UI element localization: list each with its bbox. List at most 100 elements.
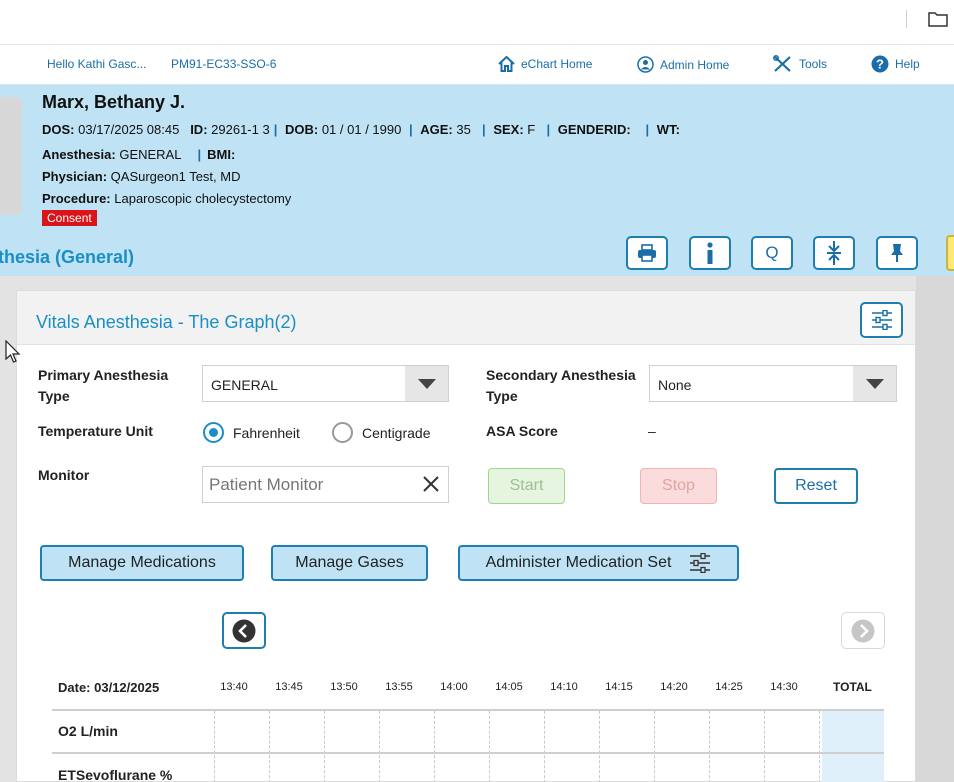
patient-banner: Marx, Bethany J. DOS: 03/17/2025 08:45 I… bbox=[0, 85, 954, 276]
grid-header: Date: 03/12/2025 13:40 13:45 13:50 13:55… bbox=[52, 671, 884, 704]
asa-score-label: ASA Score bbox=[486, 423, 558, 439]
help-icon: ? bbox=[871, 55, 889, 73]
manage-medications-button[interactable]: Manage Medications bbox=[40, 545, 244, 581]
time-label: 14:30 bbox=[770, 681, 798, 693]
secondary-anesthesia-label: Secondary Anesthesia Type bbox=[486, 367, 636, 404]
grid-col-line bbox=[819, 711, 820, 782]
grid-col-line bbox=[214, 711, 215, 782]
printer-icon bbox=[638, 244, 656, 262]
mouse-cursor-icon bbox=[5, 340, 21, 363]
patient-photo bbox=[0, 97, 22, 215]
info-icon bbox=[707, 242, 713, 264]
grid-col-line bbox=[599, 711, 600, 782]
grid-col-line bbox=[654, 711, 655, 782]
radio-centigrade[interactable]: Centigrade bbox=[332, 422, 431, 443]
monitor-input[interactable] bbox=[209, 475, 409, 495]
procedure-info: Procedure: Laparoscopic cholecystectomy bbox=[42, 191, 292, 206]
panel-settings-button[interactable] bbox=[860, 302, 903, 338]
total-column bbox=[822, 709, 884, 782]
grid-col-line bbox=[764, 711, 765, 782]
close-icon[interactable] bbox=[422, 475, 440, 493]
grid-row-label: ETSevoflurane % bbox=[58, 767, 173, 782]
reset-button[interactable]: Reset bbox=[774, 468, 858, 504]
section-title: thesia (General) bbox=[0, 247, 135, 267]
machine-name: PM91-EC33-SSO-6 bbox=[171, 57, 277, 71]
pin-button[interactable] bbox=[876, 236, 918, 270]
grid-col-line bbox=[324, 711, 325, 782]
collapse-button[interactable] bbox=[813, 236, 855, 270]
grid-row-label: O2 L/min bbox=[58, 723, 118, 739]
sliders-icon bbox=[690, 553, 711, 573]
chevron-down-icon bbox=[853, 366, 896, 401]
grid-col-line bbox=[709, 711, 710, 782]
note-button[interactable] bbox=[946, 235, 954, 271]
monitor-label: Monitor bbox=[38, 467, 90, 483]
chevron-left-icon bbox=[232, 619, 256, 642]
time-label: 13:45 bbox=[275, 681, 303, 693]
grid-divider bbox=[52, 752, 884, 754]
primary-anesthesia-select[interactable]: GENERAL bbox=[202, 365, 449, 402]
time-label: 14:10 bbox=[550, 681, 578, 693]
nav-bar: Hello Kathi Gasc... PM91-EC33-SSO-6 eCha… bbox=[0, 45, 954, 85]
user-circle-icon bbox=[637, 56, 654, 73]
grid-col-line bbox=[379, 711, 380, 782]
sliders-icon bbox=[871, 310, 892, 330]
chevron-right-icon bbox=[851, 619, 875, 642]
temperature-unit-label: Temperature Unit bbox=[38, 423, 153, 439]
time-label: 13:50 bbox=[330, 681, 358, 693]
manage-gases-button[interactable]: Manage Gases bbox=[271, 545, 428, 581]
separator bbox=[906, 10, 907, 28]
scroll-area bbox=[916, 276, 954, 782]
radio-dot bbox=[332, 422, 353, 443]
tools-icon bbox=[773, 55, 791, 72]
stop-button[interactable]: Stop bbox=[640, 468, 717, 504]
tools-link[interactable]: Tools bbox=[773, 55, 827, 73]
time-label: 14:20 bbox=[660, 681, 688, 693]
top-bar bbox=[0, 0, 954, 45]
user-greeting[interactable]: Hello Kathi Gasc... bbox=[47, 57, 146, 71]
grid-col-line bbox=[269, 711, 270, 782]
collapse-icon bbox=[827, 241, 841, 265]
grid-col-line bbox=[434, 711, 435, 782]
secondary-anesthesia-select[interactable]: None bbox=[649, 365, 897, 402]
radio-dot bbox=[203, 422, 224, 443]
time-label: 13:55 bbox=[385, 681, 413, 693]
vitals-grid: Date: 03/12/2025 13:40 13:45 13:50 13:55… bbox=[52, 671, 884, 782]
administer-medication-set-button[interactable]: Administer Medication Set bbox=[458, 545, 739, 581]
patient-demographics: DOS: 03/17/2025 08:45 ID: 29261-1 3 | DOB… bbox=[42, 122, 680, 137]
grid-col-line bbox=[489, 711, 490, 782]
pin-icon bbox=[891, 244, 903, 262]
asa-score-value: – bbox=[648, 423, 656, 439]
vitals-panel: Vitals Anesthesia - The Graph(2) Primary… bbox=[16, 290, 916, 782]
grid-divider bbox=[52, 709, 884, 711]
panel-title: Vitals Anesthesia - The Graph(2) bbox=[36, 312, 297, 332]
physician-info: Physician: QASurgeon1 Test, MD bbox=[42, 169, 241, 184]
folder-icon[interactable] bbox=[928, 11, 948, 27]
time-label: 14:00 bbox=[440, 681, 468, 693]
time-label: 14:15 bbox=[605, 681, 633, 693]
svg-text:?: ? bbox=[876, 57, 884, 72]
home-icon bbox=[498, 56, 515, 72]
consent-badge[interactable]: Consent bbox=[42, 210, 97, 226]
admin-home-link[interactable]: Admin Home bbox=[637, 56, 729, 73]
previous-page-button[interactable] bbox=[222, 612, 266, 649]
primary-anesthesia-label: Primary Anesthesia Type bbox=[38, 367, 169, 404]
info-button[interactable] bbox=[689, 236, 731, 270]
grid-col-line bbox=[544, 711, 545, 782]
next-page-button[interactable] bbox=[841, 612, 885, 649]
total-label: TOTAL bbox=[833, 680, 872, 694]
monitor-field bbox=[202, 466, 449, 503]
start-button[interactable]: Start bbox=[488, 468, 565, 504]
chevron-down-icon bbox=[405, 366, 448, 401]
radio-fahrenheit[interactable]: Fahrenheit bbox=[203, 422, 300, 443]
time-label: 14:05 bbox=[495, 681, 523, 693]
time-label: 14:25 bbox=[715, 681, 743, 693]
grid-date: Date: 03/12/2025 bbox=[58, 680, 160, 695]
time-label: 13:40 bbox=[220, 681, 248, 693]
print-button[interactable] bbox=[626, 236, 668, 270]
help-link[interactable]: ? Help bbox=[871, 55, 920, 73]
echart-home-link[interactable]: eChart Home bbox=[498, 56, 592, 72]
panel-header: Vitals Anesthesia - The Graph(2) bbox=[17, 291, 915, 345]
q-button[interactable]: Q bbox=[751, 236, 793, 270]
patient-name: Marx, Bethany J. bbox=[42, 92, 186, 112]
